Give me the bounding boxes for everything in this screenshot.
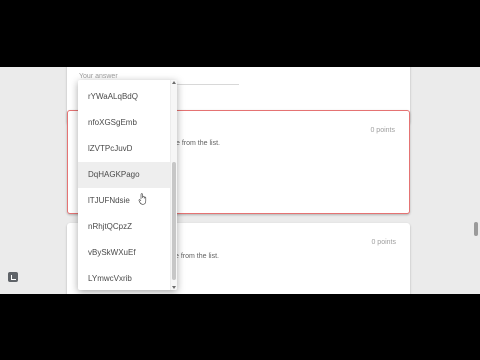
dropdown-option[interactable]: vBySkWXuEf: [78, 240, 170, 266]
scroll-down-arrow-icon[interactable]: [172, 286, 176, 289]
dropdown-option[interactable]: lTJUFNdsie: [78, 188, 170, 214]
question-instruction: e from the list.: [176, 140, 220, 147]
dropdown-option[interactable]: LYmwcVxrib: [78, 266, 170, 290]
dropdown-option[interactable]: lZVTPcJuvD: [78, 136, 170, 162]
dropdown-option[interactable]: nfoXGSgEmb: [78, 110, 170, 136]
points-label: 0 points: [370, 127, 395, 134]
points-label: 0 points: [371, 239, 396, 246]
dropdown-option[interactable]: rYWaALqBdQ: [78, 84, 170, 110]
dropdown-scrollbar-thumb[interactable]: [172, 162, 176, 280]
dropdown-option-selected[interactable]: DqHAGKPago: [78, 162, 170, 188]
scroll-up-arrow-icon[interactable]: [172, 81, 176, 84]
form-viewport: Your answer 0 points e from the list. 0 …: [0, 67, 480, 294]
dropdown-menu[interactable]: rYWaALqBdQ nfoXGSgEmb lZVTPcJuvD DqHAGKP…: [78, 80, 177, 290]
question-instruction: e from the list.: [175, 253, 219, 260]
dropdown-option[interactable]: nRhjtQCpzZ: [78, 214, 170, 240]
chat-icon[interactable]: [8, 272, 18, 282]
page-scrollbar-thumb[interactable]: [474, 222, 478, 236]
dropdown-scrollbar[interactable]: [170, 80, 177, 290]
hand-cursor-icon: [138, 193, 147, 205]
your-answer-placeholder[interactable]: Your answer: [79, 73, 118, 80]
